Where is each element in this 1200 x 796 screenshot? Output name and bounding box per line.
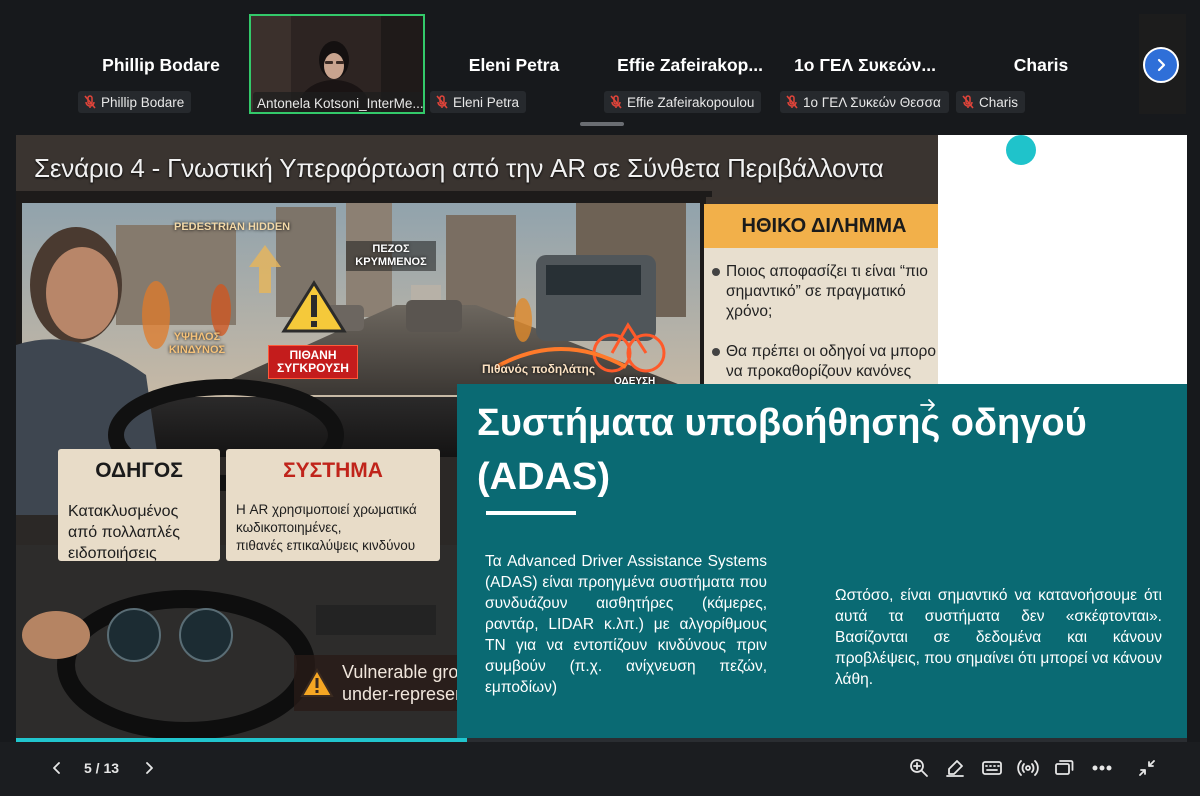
scene-title: Σενάριο 4 - Γνωστική Υπερφόρτωση από την… <box>34 153 884 183</box>
broadcast-button[interactable] <box>1014 742 1042 794</box>
presentation-slide: Σενάριο 4 - Γνωστική Υπερφόρτωση από την… <box>16 135 1187 739</box>
bullet-dot <box>712 267 720 276</box>
strip-next-button[interactable] <box>1143 47 1179 83</box>
warning-line-2: under-represen <box>342 684 466 704</box>
page-indicator: 5 / 13 <box>84 760 120 776</box>
participant-tag: Eleni Petra <box>430 91 527 113</box>
participant-tag-label: Antonela Kotsoni_InterMe... <box>257 95 424 111</box>
annotate-button[interactable] <box>941 742 969 794</box>
pointer-cursor-icon <box>920 399 935 411</box>
keyboard-button[interactable] <box>978 742 1006 794</box>
system-box: ΣΥΣΤΗΜΑ Η AR χρησιμοποιεί χρωματικά κωδι… <box>226 449 440 561</box>
driver-box-line-1: Κατακλυσμένος <box>68 503 179 520</box>
adas-title: Συστήματα υποβοήθησης οδηγού (ADAS) <box>477 402 1087 498</box>
system-box-title: ΣΥΣΤΗΜΑ <box>283 459 383 482</box>
participant-tag: Charis <box>956 91 1026 113</box>
participant-name: Effie Zafeirakop... <box>617 55 763 75</box>
system-box-line-3: πιθανές επικαλύψεις κινδύνου <box>236 538 416 553</box>
vulnerable-warning-text: Vulnerable gro under-represen <box>342 661 465 705</box>
exit-fullscreen-icon <box>1139 760 1155 776</box>
more-icon <box>1092 765 1112 771</box>
bullet-dot <box>712 347 720 356</box>
chevron-right-icon <box>1157 58 1166 72</box>
chevron-right-icon <box>146 762 153 774</box>
mic-muted-icon <box>786 95 798 109</box>
chevron-left-icon <box>53 762 60 774</box>
participant-tag-label: Phillip Bodare <box>101 94 185 110</box>
mic-muted-icon <box>436 95 448 109</box>
participant-tag-label: Effie Zafeirakopoulou <box>627 94 755 110</box>
participant-tag-label: 1ο ΓΕΛ Συκεών Θεσσα <box>803 94 941 110</box>
ethics-title: ΗΘΙΚΟ ΔΙΛΗΜΜΑ <box>704 204 938 248</box>
ethics-bullet-1-line-1: Ποιος αποφασίζει τι είναι “πιο <box>726 263 928 280</box>
participant-tile[interactable]: Effie Zafeirakop... Effie Zafeirakopoulo… <box>604 14 776 116</box>
mic-muted-icon <box>610 95 622 109</box>
active-speaker-video[interactable]: Antonela Kotsoni_InterMe... <box>249 14 425 114</box>
ethics-bullet-2-line-1: Θα πρέπει οι οδηγοί να μπορο <box>726 343 936 360</box>
ethics-bullet-2-line-2: να προκαθορίζουν κανόνες <box>726 363 912 380</box>
participant-tag: Effie Zafeirakopoulou <box>604 91 762 113</box>
participant-tile[interactable]: Phillip Bodare Phillip Bodare <box>78 14 244 116</box>
participant-tile[interactable]: 1ο ΓΕΛ Συκεών... 1ο ΓΕΛ Συκεών Θεσσα <box>780 14 950 116</box>
copy-screen-button[interactable] <box>1050 742 1078 794</box>
decorative-dot <box>1006 135 1036 165</box>
driver-box: ΟΔΗΓΟΣ Κατακλυσμένος από πολλαπλές ειδοπ… <box>58 449 220 564</box>
hud-ypsilos-kindynos: ΥΨΗΛΟΣ ΚΙΝΔΥΝΟΣ <box>168 331 226 356</box>
adas-caveat: Ωστόσο, είναι σημαντικό να κατανοήσουμε … <box>835 587 1162 688</box>
system-box-line-2: κωδικοποιημένες, <box>236 520 342 535</box>
ethics-bullet-1: Ποιος αποφασίζει τι είναι “πιο σημαντικό… <box>712 262 928 322</box>
mic-muted-icon <box>84 95 96 109</box>
participant-tag: Antonela Kotsoni_InterMe... <box>253 92 424 112</box>
participant-name: Eleni Petra <box>468 55 560 75</box>
participant-tag-label: Charis <box>979 94 1019 110</box>
exit-fullscreen-button[interactable] <box>1133 742 1161 794</box>
participant-tag-label: Eleni Petra <box>453 94 520 110</box>
participant-name: 1ο ΓΕΛ Συκεών... <box>794 55 936 75</box>
participant-tile[interactable]: Charis Charis <box>956 14 1126 116</box>
title-divider <box>486 511 576 515</box>
more-options-button[interactable] <box>1088 742 1116 794</box>
mic-muted-icon <box>962 95 974 109</box>
annotate-pen-icon <box>946 760 964 777</box>
participant-name: Charis <box>1013 55 1069 75</box>
participant-tile[interactable]: Eleni Petra Eleni Petra <box>430 14 598 116</box>
hud-pithani-sygkrousi: ΠΙΘΑΝΗ ΣΥΓΚΡΟΥΣΗ <box>268 345 358 379</box>
presentation-controls: 5 / 13 <box>0 742 1200 796</box>
ethics-bullet-2: Θα πρέπει οι οδηγοί να μπορο να προκαθορ… <box>712 342 936 382</box>
system-box-line-1: Η AR χρησιμοποιεί χρωματικά <box>236 502 417 517</box>
adas-description: Τα Advanced Driver Assistance Systems (A… <box>485 553 767 696</box>
adas-panel: Συστήματα υποβοήθησης οδηγού (ADAS) Τα A… <box>457 384 1187 739</box>
participant-strip: Phillip Bodare Phillip Bodare Antonela K… <box>0 0 1200 122</box>
hud-pithanos-podilatis: Πιθανός ποδηλάτης <box>482 362 596 376</box>
zoom-button[interactable] <box>905 742 933 794</box>
hud-pezos-krymmenos: ΠΕΖΟΣ ΚΡΥΜΜΕΝΟΣ <box>346 241 436 271</box>
previous-slide-button[interactable] <box>44 742 70 794</box>
driver-box-line-3: ειδοποιήσεις <box>68 545 157 562</box>
system-box-text: Η AR χρησιμοποιεί χρωματικά κωδικοποιημέ… <box>236 501 432 555</box>
ethics-bullet-1-line-2: σημαντικό” σε πραγματικό <box>726 283 906 300</box>
driver-box-line-2: από πολλαπλές <box>68 524 180 541</box>
driver-box-text: Κατακλυσμένος από πολλαπλές ειδοποιήσεις <box>68 501 212 564</box>
copy-screen-icon <box>1055 760 1074 775</box>
driver-box-title: ΟΔΗΓΟΣ <box>95 459 183 482</box>
hud-pedestrian-hidden: PEDESTRIAN HIDDEN <box>174 221 291 233</box>
broadcast-icon <box>1017 760 1039 776</box>
strip-resize-handle[interactable] <box>580 122 624 126</box>
zoom-in-icon <box>910 759 928 777</box>
warning-icon <box>300 668 334 697</box>
participant-tag: Phillip Bodare <box>78 91 192 113</box>
next-slide-button[interactable] <box>136 742 162 794</box>
ethics-bullet-1-line-3: χρόνο; <box>726 303 773 320</box>
participant-name: Phillip Bodare <box>102 55 220 75</box>
participant-tag: 1ο ΓΕΛ Συκεών Θεσσα <box>780 91 949 113</box>
keyboard-icon <box>982 761 1002 775</box>
warning-line-1: Vulnerable gro <box>342 662 459 682</box>
